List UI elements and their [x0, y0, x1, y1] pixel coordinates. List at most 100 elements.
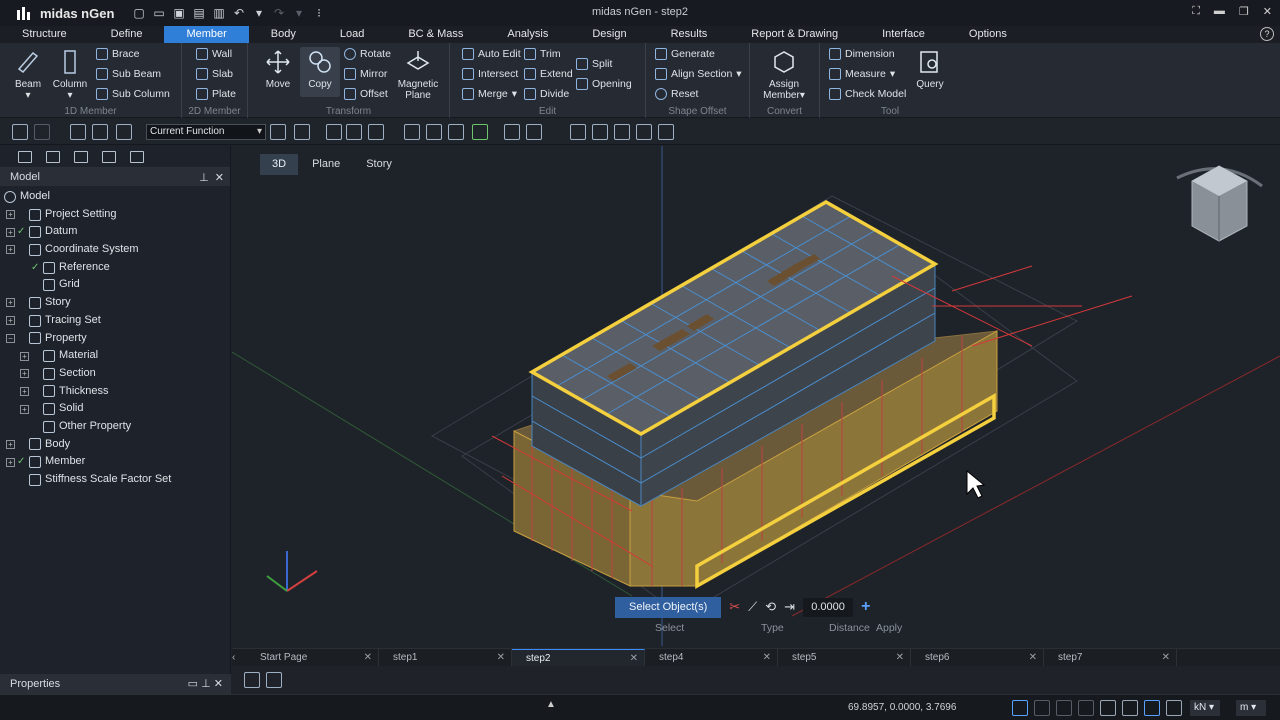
close-tab-icon[interactable]: ✕ [364, 649, 372, 666]
doc-tab-step4[interactable]: step4 ✕ [645, 649, 778, 666]
split-button[interactable]: Split [576, 55, 612, 73]
lock-icon[interactable] [12, 124, 28, 140]
tree-node[interactable]: Other Property [0, 418, 230, 436]
visibility-check-icon[interactable]: ✓ [17, 223, 27, 241]
display-icon[interactable] [404, 124, 420, 140]
model-tab-icon[interactable] [18, 150, 32, 163]
snap-icon[interactable] [294, 124, 310, 140]
properties-minimize-icon[interactable]: ▭ [188, 678, 198, 690]
save-as-icon[interactable]: ▤ [192, 6, 206, 20]
status-expand-icon[interactable]: ▲ [546, 699, 556, 710]
expand-toggle-icon[interactable]: + [6, 298, 15, 308]
undo-icon[interactable]: ↶ [232, 6, 246, 20]
menu-results[interactable]: Results [649, 26, 730, 43]
tree-node[interactable]: Model [0, 188, 230, 206]
wall-button[interactable]: Wall [196, 45, 232, 63]
menu-design[interactable]: Design [570, 26, 648, 43]
redo-dropdown-icon[interactable]: ▾ [292, 6, 306, 20]
apply-plus-icon[interactable]: + [861, 598, 870, 616]
split-horizontal-icon[interactable] [266, 672, 282, 688]
expand-toggle-icon[interactable]: + [6, 245, 15, 255]
brace-button[interactable]: Brace [96, 45, 139, 63]
doc-tab-step2[interactable]: step2 ✕ [512, 649, 645, 666]
menu-load[interactable]: Load [318, 26, 386, 43]
menu-report-drawing[interactable]: Report & Drawing [729, 26, 860, 43]
panel-close-icon[interactable]: ✕ [215, 172, 224, 184]
current-function-combo[interactable]: Current Function [146, 124, 266, 140]
tab-plane[interactable]: Plane [300, 154, 353, 175]
sub-beam-button[interactable]: Sub Beam [96, 65, 161, 83]
close-tab-icon[interactable]: ✕ [497, 649, 505, 666]
divide-button[interactable]: Divide [524, 85, 569, 103]
expand-toggle-icon[interactable]: + [20, 404, 29, 414]
axis-icon[interactable] [504, 124, 520, 140]
model-canvas[interactable] [232, 146, 1280, 648]
menu-define[interactable]: Define [89, 26, 165, 43]
expand-toggle-icon[interactable]: + [20, 351, 29, 361]
tree-node[interactable]: + Thickness [0, 383, 230, 401]
expand-toggle-icon[interactable]: + [20, 386, 29, 396]
tab-story[interactable]: Story [354, 154, 404, 175]
menu-structure[interactable]: Structure [0, 26, 89, 43]
query-button[interactable]: Query [910, 47, 950, 90]
work-tree-tab-icon[interactable] [74, 150, 88, 163]
magnetic-plane-button[interactable]: Magnetic Plane [396, 47, 440, 101]
menu-bc-mass[interactable]: BC & Mass [386, 26, 485, 43]
expand-toggle-icon[interactable]: + [6, 227, 15, 237]
screenshot-icon[interactable] [658, 124, 674, 140]
close-icon[interactable]: ✕ [1263, 5, 1272, 18]
filter-icon[interactable] [270, 124, 286, 140]
redo-icon[interactable]: ↷ [272, 6, 286, 20]
measure-button[interactable]: Measure ▾ [829, 65, 895, 83]
node-snap-icon[interactable] [1056, 700, 1072, 716]
close-tab-icon[interactable]: ✕ [1029, 649, 1037, 666]
tree-node[interactable]: ✓ Reference [0, 259, 230, 277]
polar-icon[interactable] [1144, 700, 1160, 716]
render-icon[interactable] [472, 124, 488, 140]
extend-button[interactable]: Extend [524, 65, 573, 83]
doc-tab-step1[interactable]: step1 ✕ [379, 649, 512, 666]
offset-button[interactable]: Offset [344, 85, 388, 103]
tree-node[interactable]: + Solid [0, 400, 230, 418]
properties-close-icon[interactable]: ✕ [214, 678, 223, 690]
snap-toggle-icon[interactable] [1012, 700, 1028, 716]
column-button[interactable]: Column ▾ [50, 47, 90, 101]
tree-node[interactable]: + Material [0, 347, 230, 365]
tree-node[interactable]: Grid [0, 276, 230, 294]
view-tab-icon[interactable] [102, 150, 116, 163]
expand-toggle-icon[interactable]: + [6, 439, 15, 449]
visibility-check-icon[interactable]: ✓ [31, 259, 41, 277]
select-inverse-icon[interactable] [368, 124, 384, 140]
restore-icon[interactable]: ❐ [1239, 5, 1249, 18]
type-copy-icon[interactable]: ✂ [729, 599, 740, 615]
move-button[interactable]: Move [258, 47, 298, 90]
generate-button[interactable]: Generate [655, 45, 715, 63]
view-plane-icon[interactable] [636, 124, 652, 140]
assign-member-button[interactable]: Assign Member▾ [762, 47, 806, 101]
tree-node[interactable]: + ✓ Member [0, 453, 230, 471]
tree-node[interactable]: − Property [0, 330, 230, 348]
3d-viewport[interactable]: 3D Plane Story Select Object(s) ✂ ⟋ ⟲ ⇥ … [232, 146, 1280, 648]
customize-toolbar-icon[interactable]: ⁝ [312, 6, 326, 20]
element-snap-icon[interactable] [1078, 700, 1094, 716]
rotate-button[interactable]: Rotate [344, 45, 391, 63]
expand-toggle-icon[interactable]: + [6, 316, 15, 326]
measure-axis-icon[interactable] [526, 124, 542, 140]
type-rotate-icon[interactable]: ⟲ [765, 599, 776, 615]
close-file-icon[interactable]: ▥ [212, 6, 226, 20]
menu-body[interactable]: Body [249, 26, 318, 43]
help-icon[interactable]: ? [1260, 27, 1274, 41]
list-tab-icon[interactable] [46, 150, 60, 163]
intersect-button[interactable]: Intersect [462, 65, 518, 83]
save-icon[interactable]: ▣ [172, 6, 186, 20]
select-objects-button[interactable]: Select Object(s) [615, 596, 722, 618]
frame-icon[interactable] [448, 124, 464, 140]
doc-tab-step6[interactable]: step6 ✕ [911, 649, 1044, 666]
distance-input[interactable]: 0.0000 [803, 597, 854, 617]
opening-button[interactable]: Opening [576, 75, 632, 93]
select-3d-icon[interactable] [70, 124, 86, 140]
ortho-icon[interactable] [1122, 700, 1138, 716]
fullscreen-icon[interactable]: ⛶ [1192, 5, 1200, 18]
select-previous-icon[interactable] [346, 124, 362, 140]
tree-node[interactable]: + Section [0, 365, 230, 383]
